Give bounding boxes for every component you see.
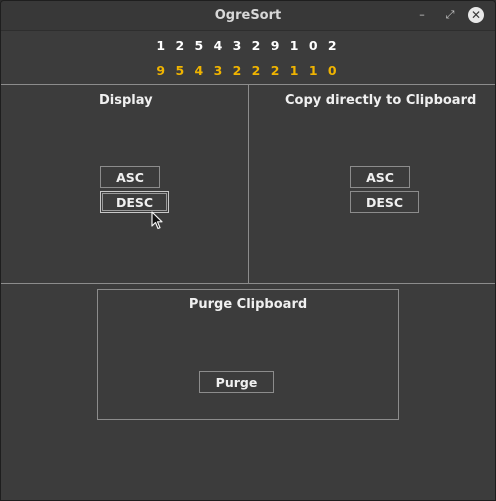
purge-heading: Purge Clipboard xyxy=(188,297,308,312)
middle-divider xyxy=(1,283,495,284)
clipboard-heading: Copy directly to Clipboard xyxy=(285,93,477,108)
mouse-cursor-icon xyxy=(151,211,163,230)
clipboard-desc-button[interactable]: DESC xyxy=(350,191,419,213)
minimize-icon[interactable]: – xyxy=(413,6,431,24)
purge-panel: Purge Clipboard Purge xyxy=(97,289,399,420)
close-icon[interactable]: ✕ xyxy=(468,7,484,23)
purge-button[interactable]: Purge xyxy=(199,371,274,393)
clipboard-asc-button[interactable]: ASC xyxy=(350,166,410,188)
center-divider xyxy=(248,85,249,283)
title-bar[interactable]: OgreSort – ⤢ ✕ xyxy=(1,1,495,31)
app-window: OgreSort – ⤢ ✕ 1 2 5 4 3 2 9 1 0 2 9 5 4… xyxy=(0,0,496,501)
display-asc-button[interactable]: ASC xyxy=(100,166,160,188)
display-heading: Display xyxy=(99,93,153,108)
sorted-numbers: 9 5 4 3 2 2 2 1 1 0 xyxy=(156,63,340,78)
maximize-icon[interactable]: ⤢ xyxy=(441,6,459,24)
display-desc-button[interactable]: DESC xyxy=(100,191,169,213)
main-content: 1 2 5 4 3 2 9 1 0 2 9 5 4 3 2 2 2 1 1 0 … xyxy=(1,31,495,500)
input-numbers: 1 2 5 4 3 2 9 1 0 2 xyxy=(156,38,340,53)
